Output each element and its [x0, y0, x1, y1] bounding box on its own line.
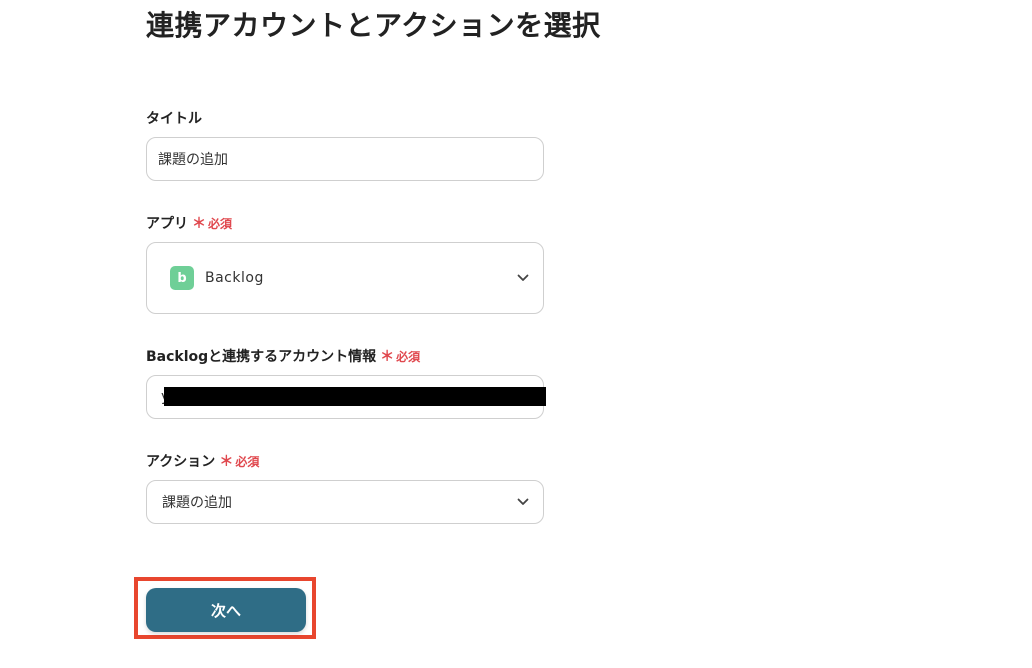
app-select[interactable]: b Backlog	[146, 242, 544, 314]
required-asterisk: ＊	[380, 349, 395, 365]
app-select-value: Backlog	[205, 270, 264, 286]
action-field-label: アクション＊必須	[146, 452, 259, 472]
account-field-label-text: Backlogと連携するアカウント情報	[146, 349, 377, 365]
app-field-label-text: アプリ	[146, 216, 188, 232]
required-badge: ＊必須	[192, 216, 233, 232]
required-asterisk: ＊	[219, 454, 234, 470]
title-field-label: タイトル	[146, 109, 202, 129]
account-field-label: Backlogと連携するアカウント情報＊必須	[146, 347, 420, 367]
action-field-label-text: アクション	[146, 454, 216, 470]
required-text: 必須	[396, 350, 421, 364]
page-title: 連携アカウントとアクションを選択	[146, 9, 601, 42]
title-field-label-text: タイトル	[146, 111, 202, 127]
action-select[interactable]: 課題の追加	[146, 480, 544, 524]
title-input[interactable]	[158, 138, 531, 180]
required-badge: ＊必須	[219, 454, 260, 470]
chevron-down-icon	[517, 274, 529, 281]
page: 連携アカウントとアクションを選択 タイトル アプリ＊必須 b Backlog B…	[0, 0, 1032, 668]
app-field-label: アプリ＊必須	[146, 214, 232, 234]
chevron-down-icon	[517, 498, 529, 505]
required-text: 必須	[208, 217, 233, 231]
account-select[interactable]: y	[146, 375, 546, 419]
required-text: 必須	[235, 455, 260, 469]
redaction-bar	[164, 387, 546, 406]
required-asterisk: ＊	[192, 216, 206, 232]
required-badge: ＊必須	[380, 349, 421, 365]
title-input-box[interactable]	[146, 137, 544, 181]
action-select-value: 課題の追加	[162, 495, 232, 511]
next-button[interactable]: 次へ	[146, 588, 306, 632]
backlog-logo-icon: b	[170, 266, 194, 290]
